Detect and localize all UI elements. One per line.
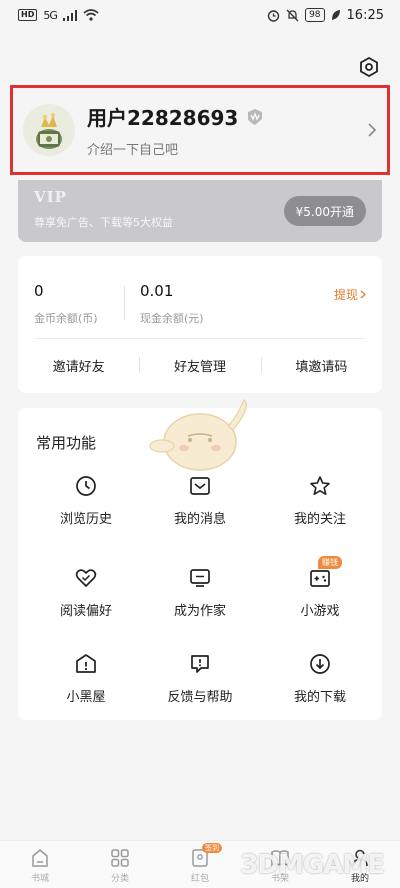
monitor-icon (188, 566, 212, 590)
star-icon (308, 474, 332, 498)
mute-icon (286, 9, 299, 21)
become-author-label: 成为作家 (173, 604, 226, 619)
mini-games-label: 小游戏 (300, 604, 340, 619)
my-follows-label: 我的关注 (293, 512, 346, 527)
nav-category[interactable]: 分类 (80, 841, 160, 888)
profile-info: 用户22828693 介绍一下自己吧 (87, 102, 367, 158)
clock-icon (74, 474, 98, 498)
manage-friends-button[interactable]: 好友管理 (139, 348, 260, 382)
blacklist-room-label: 小黑屋 (66, 690, 106, 705)
my-follows-button[interactable]: 我的关注 (270, 474, 370, 527)
enter-invite-code-button[interactable]: 填邀请码 (260, 348, 382, 382)
download-icon (308, 652, 332, 676)
battery-icon: 98 (305, 8, 325, 22)
vip-open-button[interactable]: ¥5.00开通 (283, 196, 366, 226)
chevron-right-small-icon (360, 290, 366, 299)
mini-games-button[interactable]: 赚钱 小游戏 (270, 556, 370, 619)
status-bar: HD 5G 98 16:25 (0, 0, 400, 30)
nav-red-packet-label: 红包 (190, 874, 209, 884)
hd-badge: HD (18, 9, 38, 21)
mascot-icon (149, 399, 247, 471)
blacklist-room-button[interactable]: 小黑屋 (36, 652, 136, 705)
grid-icon (111, 849, 129, 867)
withdraw-label: 提现 (333, 288, 358, 302)
feedback-help-label: 反馈与帮助 (167, 690, 233, 705)
my-messages-button[interactable]: 我的消息 (150, 474, 250, 527)
cash-balance-label: 现金余额(元) (140, 312, 204, 325)
alarm-icon (267, 9, 280, 22)
section-title: 常用功能 (36, 434, 97, 452)
vip-banner[interactable]: VIP 尊享免广告、下载等5大权益 ¥5.00开通 (18, 180, 382, 242)
leaf-icon (331, 10, 340, 20)
common-functions-card: 常用功能 浏览历史 我的消息 我的关注 阅读偏好 成为作家 赚钱 小游戏 小黑屋… (18, 399, 382, 720)
vip-level-icon (246, 108, 264, 125)
inbox-icon (188, 474, 212, 498)
nav-category-label: 分类 (110, 874, 129, 884)
reading-preference-button[interactable]: 阅读偏好 (36, 566, 136, 619)
settings-icon (360, 57, 378, 77)
settings-button[interactable] (358, 56, 380, 78)
heart-icon (74, 566, 98, 590)
status-left: HD 5G (18, 9, 99, 22)
my-downloads-label: 我的下载 (293, 690, 346, 705)
clock-time: 16:25 (346, 7, 384, 23)
wallet-card: 0 金币余额(币) 0.01 现金余额(元) 提现 邀请好友 好友管理 填邀请码 (18, 256, 382, 393)
signal-icon (62, 9, 77, 21)
feedback-icon (188, 652, 212, 676)
nav-red-packet[interactable]: 签到 红包 (160, 841, 240, 888)
reading-preference-label: 阅读偏好 (59, 604, 112, 619)
username-row: 用户22828693 (87, 102, 367, 131)
become-author-button[interactable]: 成为作家 (150, 566, 250, 619)
feedback-help-button[interactable]: 反馈与帮助 (150, 652, 250, 705)
coin-balance[interactable]: 0 金币余额(币) (34, 282, 98, 326)
withdraw-link[interactable]: 提现 (334, 286, 366, 303)
wifi-icon (83, 9, 99, 21)
balance-divider (124, 286, 125, 320)
earn-money-badge: 赚钱 (318, 556, 342, 569)
gamepad-icon: 赚钱 (308, 556, 342, 590)
money-bag-icon (36, 113, 62, 149)
profile-bio: 介绍一下自己吧 (87, 143, 179, 158)
network-type: 5G (43, 8, 57, 22)
browse-history-label: 浏览历史 (59, 512, 112, 527)
coin-balance-label: 金币余额(币) (34, 312, 98, 325)
home-icon (32, 849, 48, 867)
status-right: 98 16:25 (267, 8, 384, 23)
invite-friends-button[interactable]: 邀请好友 (18, 348, 139, 382)
nav-bookstore[interactable]: 书城 (0, 841, 80, 888)
username: 用户22828693 (87, 106, 239, 130)
nav-bookstore-label: 书城 (30, 874, 49, 884)
my-downloads-button[interactable]: 我的下载 (270, 652, 370, 705)
cash-balance[interactable]: 0.01 现金余额(元) (140, 282, 204, 326)
my-messages-label: 我的消息 (173, 512, 226, 527)
watermark: 3DMGAME (240, 850, 385, 880)
chevron-right-icon (368, 123, 377, 137)
avatar[interactable] (23, 104, 75, 156)
browse-history-button[interactable]: 浏览历史 (36, 474, 136, 527)
house-icon (74, 652, 98, 676)
cash-balance-value: 0.01 (140, 282, 174, 300)
wallet-divider (34, 338, 366, 339)
coin-balance-value: 0 (34, 282, 44, 300)
sign-in-badge: 签到 (202, 843, 222, 853)
profile-card[interactable]: 用户22828693 介绍一下自己吧 (10, 85, 390, 175)
wallet-actions: 邀请好友 好友管理 填邀请码 (18, 348, 382, 382)
